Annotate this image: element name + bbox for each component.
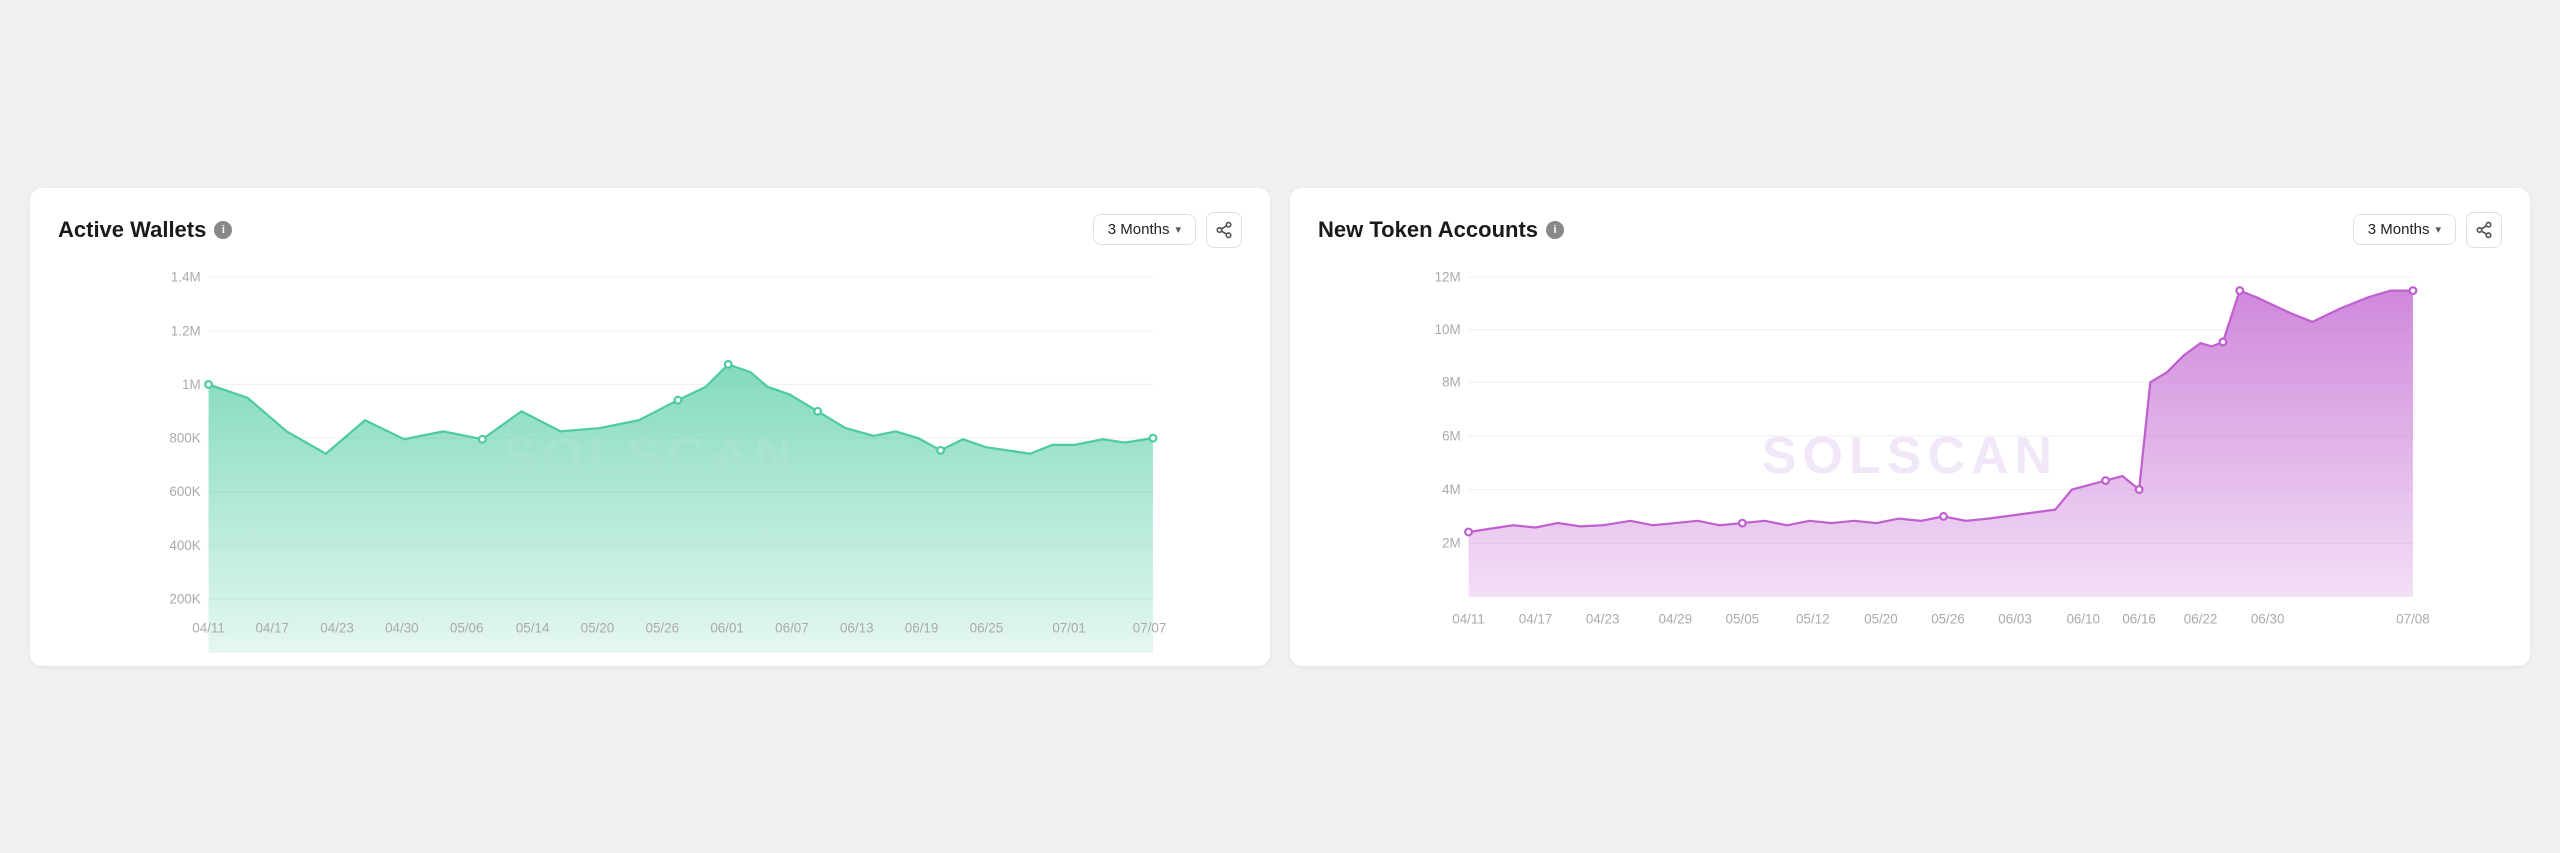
card-header: Active Wallets i 3 Months ▾	[58, 212, 1242, 248]
data-point	[1150, 434, 1157, 441]
chevron-down-icon: ▾	[1175, 223, 1181, 236]
svg-text:04/11: 04/11	[192, 620, 225, 635]
share-icon-2	[2475, 221, 2493, 239]
info-icon-2[interactable]: i	[1546, 221, 1564, 239]
svg-text:04/23: 04/23	[320, 620, 354, 635]
chart-area-wallets: SOLSCAN 1.4M 1.2M 1M 800K 600K 400K 200K	[58, 266, 1242, 646]
svg-text:6M: 6M	[1442, 428, 1461, 443]
svg-text:06/13: 06/13	[840, 620, 874, 635]
svg-text:04/17: 04/17	[1519, 611, 1553, 626]
svg-text:200K: 200K	[169, 591, 200, 606]
period-selector[interactable]: 3 Months ▾	[1093, 214, 1196, 245]
svg-text:06/01: 06/01	[710, 620, 744, 635]
svg-text:05/26: 05/26	[1931, 611, 1965, 626]
share-button-2[interactable]	[2466, 212, 2502, 248]
svg-text:04/30: 04/30	[385, 620, 419, 635]
data-point-2	[2220, 338, 2227, 345]
svg-text:06/22: 06/22	[2184, 611, 2218, 626]
card-title-2: New Token Accounts	[1318, 217, 1538, 243]
svg-text:05/26: 05/26	[646, 620, 680, 635]
svg-text:04/11: 04/11	[1452, 611, 1485, 626]
svg-text:06/30: 06/30	[2251, 611, 2285, 626]
svg-text:12M: 12M	[1435, 269, 1461, 284]
data-point	[205, 381, 212, 388]
svg-text:2M: 2M	[1442, 535, 1461, 550]
svg-text:600K: 600K	[169, 484, 200, 499]
data-point-2	[2102, 477, 2109, 484]
data-point-2	[2410, 287, 2417, 294]
data-point-2	[2136, 486, 2143, 493]
svg-text:04/17: 04/17	[255, 620, 289, 635]
svg-text:07/01: 07/01	[1052, 620, 1086, 635]
data-point	[937, 447, 944, 454]
svg-text:06/19: 06/19	[905, 620, 939, 635]
area-fill	[209, 364, 1153, 652]
chart-svg-wallets: 1.4M 1.2M 1M 800K 600K 400K 200K	[58, 266, 1242, 646]
svg-text:1.4M: 1.4M	[171, 269, 201, 284]
data-point-2	[1940, 513, 1947, 520]
chart-svg-tokens: 12M 10M 8M 6M 4M 2M	[1318, 266, 2502, 646]
data-point-2	[1465, 528, 1472, 535]
svg-text:06/10: 06/10	[2066, 611, 2100, 626]
dashboard: Active Wallets i 3 Months ▾ SOLSCAN	[30, 188, 2530, 666]
svg-text:05/05: 05/05	[1726, 611, 1760, 626]
svg-text:05/06: 05/06	[450, 620, 484, 635]
svg-text:06/07: 06/07	[775, 620, 809, 635]
period-selector-2[interactable]: 3 Months ▾	[2353, 214, 2456, 245]
data-point-2	[2236, 287, 2243, 294]
svg-text:800K: 800K	[169, 430, 200, 445]
info-icon[interactable]: i	[214, 221, 232, 239]
svg-text:07/07: 07/07	[1133, 620, 1167, 635]
svg-text:06/03: 06/03	[1998, 611, 2032, 626]
svg-text:400K: 400K	[169, 537, 200, 552]
period-label-2: 3 Months	[2368, 221, 2430, 238]
data-point	[675, 396, 682, 403]
share-icon	[1215, 221, 1233, 239]
svg-text:05/20: 05/20	[581, 620, 615, 635]
card-title: Active Wallets	[58, 217, 206, 243]
svg-text:06/16: 06/16	[2122, 611, 2156, 626]
chart-area-tokens: SOLSCAN 12M 10M 8M 6M 4M 2M	[1318, 266, 2502, 646]
data-point	[725, 361, 732, 368]
title-group-2: New Token Accounts i	[1318, 217, 1564, 243]
svg-text:8M: 8M	[1442, 374, 1461, 389]
card-header-2: New Token Accounts i 3 Months ▾	[1318, 212, 2502, 248]
svg-text:05/14: 05/14	[516, 620, 550, 635]
svg-text:05/20: 05/20	[1864, 611, 1898, 626]
svg-text:4M: 4M	[1442, 482, 1461, 497]
new-token-accounts-card: New Token Accounts i 3 Months ▾ SOLSCAN	[1290, 188, 2530, 666]
card-controls-2: 3 Months ▾	[2353, 212, 2502, 248]
area-fill-2	[1469, 290, 2413, 596]
share-button[interactable]	[1206, 212, 1242, 248]
data-point-2	[1739, 519, 1746, 526]
svg-text:1M: 1M	[182, 376, 201, 391]
svg-text:1.2M: 1.2M	[171, 323, 201, 338]
svg-text:04/29: 04/29	[1659, 611, 1693, 626]
card-controls: 3 Months ▾	[1093, 212, 1242, 248]
chevron-down-icon-2: ▾	[2435, 223, 2441, 236]
svg-text:07/08: 07/08	[2396, 611, 2430, 626]
svg-text:04/23: 04/23	[1586, 611, 1620, 626]
period-label: 3 Months	[1108, 221, 1170, 238]
title-group: Active Wallets i	[58, 217, 232, 243]
svg-text:05/12: 05/12	[1796, 611, 1830, 626]
svg-text:06/25: 06/25	[970, 620, 1004, 635]
active-wallets-card: Active Wallets i 3 Months ▾ SOLSCAN	[30, 188, 1270, 666]
svg-text:10M: 10M	[1435, 322, 1461, 337]
data-point	[479, 435, 486, 442]
data-point	[814, 407, 821, 414]
